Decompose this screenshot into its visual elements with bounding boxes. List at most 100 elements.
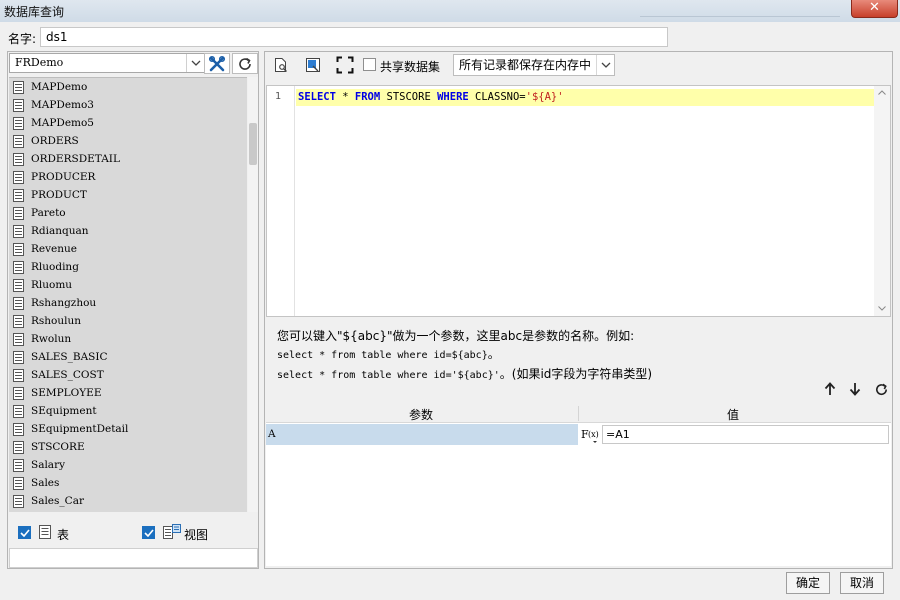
title-bar-divider bbox=[640, 16, 840, 17]
list-item[interactable]: SEquipment bbox=[9, 402, 247, 420]
sql-text: CLASSNO= bbox=[468, 91, 526, 103]
column-header-value: 值 bbox=[727, 408, 740, 422]
refresh-parameters-button[interactable] bbox=[872, 380, 890, 398]
view-filter-label: 视图 bbox=[184, 528, 209, 542]
list-item[interactable]: Salary bbox=[9, 456, 247, 474]
maximize-editor-button[interactable] bbox=[335, 55, 355, 75]
sql-code-line[interactable]: SELECT * FROM STSCORE WHERE CLASSNO='${A… bbox=[296, 89, 874, 106]
table-filter-label: 表 bbox=[57, 528, 70, 542]
hint-example-2: select * from table where id='${abc}' bbox=[277, 370, 500, 381]
list-item[interactable]: MAPDemo5 bbox=[9, 114, 247, 132]
list-item[interactable]: Rdianquan bbox=[9, 222, 247, 240]
connection-settings-button[interactable] bbox=[204, 53, 230, 74]
chevron-down-icon bbox=[596, 55, 614, 75]
table-icon bbox=[13, 350, 24, 364]
table-icon bbox=[13, 98, 24, 112]
table-name: Pareto bbox=[31, 207, 66, 219]
list-item[interactable]: SEquipmentDetail bbox=[9, 420, 247, 438]
hint-line-2: select * from table where id=${abc}。 bbox=[277, 345, 652, 365]
table-name: PRODUCT bbox=[31, 189, 87, 201]
share-dataset-checkbox[interactable] bbox=[363, 58, 376, 71]
table-icon bbox=[13, 170, 24, 184]
table-icon bbox=[13, 296, 24, 310]
list-item[interactable]: ORDERS bbox=[9, 132, 247, 150]
table-icon bbox=[13, 440, 24, 454]
list-item[interactable]: Pareto bbox=[9, 204, 247, 222]
list-item[interactable]: MAPDemo bbox=[9, 78, 247, 96]
cancel-button[interactable]: 取消 bbox=[840, 572, 884, 594]
table-row[interactable]: A F (x) =A1 bbox=[266, 424, 891, 445]
cache-mode-value: 所有记录都保存在内存中 bbox=[459, 58, 592, 72]
list-item[interactable]: Rluoding bbox=[9, 258, 247, 276]
list-item[interactable]: Rshangzhou bbox=[9, 294, 247, 312]
close-button[interactable]: ✕ bbox=[851, 0, 898, 18]
list-item[interactable]: SEMPLOYEE bbox=[9, 384, 247, 402]
table-icon bbox=[13, 494, 24, 508]
list-item[interactable]: Sales_Car bbox=[9, 492, 247, 510]
list-item[interactable]: PRODUCT bbox=[9, 186, 247, 204]
table-icon bbox=[13, 206, 24, 220]
editor-scrollbar[interactable] bbox=[874, 86, 890, 316]
parameter-value-input[interactable]: =A1 bbox=[602, 425, 889, 444]
formula-button[interactable]: F (x) bbox=[579, 424, 601, 445]
table-icon bbox=[13, 152, 24, 166]
view-filter-checkbox[interactable] bbox=[142, 526, 155, 539]
table-name: PRODUCER bbox=[31, 171, 96, 183]
table-browser-panel: FRDemo MAPDemo MAPDemo3 MAPDemo5 ORDERS ORDE… bbox=[7, 51, 259, 569]
scroll-down-icon bbox=[878, 306, 886, 311]
sql-string: '${A}' bbox=[525, 91, 564, 103]
list-item[interactable]: Revenue bbox=[9, 240, 247, 258]
ok-button[interactable]: 确定 bbox=[786, 572, 830, 594]
table-filter-checkbox[interactable] bbox=[18, 526, 31, 539]
scrollbar-thumb[interactable] bbox=[249, 123, 257, 165]
table-icon bbox=[13, 368, 24, 382]
table-name: Sales_Car bbox=[31, 495, 84, 507]
sql-text: STSCORE bbox=[380, 91, 438, 103]
hint-example-1: select * from table where id=${abc} bbox=[277, 350, 488, 361]
table-name: MAPDemo3 bbox=[31, 99, 94, 111]
table-name: Sales bbox=[31, 477, 60, 489]
save-query-button[interactable] bbox=[303, 55, 323, 75]
sql-keyword: FROM bbox=[354, 91, 381, 103]
list-item[interactable]: SALES_BASIC bbox=[9, 348, 247, 366]
name-input[interactable]: ds1 bbox=[40, 27, 668, 47]
move-up-button[interactable] bbox=[821, 380, 839, 398]
window-title: 数据库查询 bbox=[4, 5, 65, 19]
list-item[interactable]: ORDERSDETAIL bbox=[9, 150, 247, 168]
hint-line-1: 您可以键入"${abc}"做为一个参数，这里abc是参数的名称。例如: bbox=[277, 329, 635, 343]
table-name: SEMPLOYEE bbox=[31, 387, 102, 399]
table-icon bbox=[13, 116, 24, 130]
move-down-button[interactable] bbox=[846, 380, 864, 398]
table-icon bbox=[13, 224, 24, 238]
table-icon bbox=[13, 314, 24, 328]
list-item[interactable]: SALES_COST bbox=[9, 366, 247, 384]
sql-editor[interactable]: 1 SELECT * FROM STSCORE WHERE CLASSNO='$… bbox=[266, 85, 891, 317]
list-item[interactable]: Rluomu bbox=[9, 276, 247, 294]
list-item[interactable]: Rshoulun bbox=[9, 312, 247, 330]
parameter-table: 参数 值 A F (x) =A1 bbox=[266, 404, 891, 566]
export-icon bbox=[306, 58, 320, 72]
table-name: ORDERSDETAIL bbox=[31, 153, 120, 165]
table-name: SALES_COST bbox=[31, 369, 104, 381]
table-name: Rluoding bbox=[31, 261, 79, 273]
cache-mode-select[interactable]: 所有记录都保存在内存中 bbox=[453, 54, 615, 76]
table-icon bbox=[13, 386, 24, 400]
table-icon bbox=[13, 458, 24, 472]
line-number: 1 bbox=[275, 91, 282, 102]
list-item[interactable]: Rwolun bbox=[9, 330, 247, 348]
table-list-scrollbar[interactable] bbox=[248, 77, 258, 512]
list-item[interactable]: Sales bbox=[9, 474, 247, 492]
table-icon bbox=[13, 260, 24, 274]
preview-button[interactable] bbox=[271, 55, 291, 75]
parameter-name-cell[interactable]: A bbox=[266, 424, 578, 445]
datasource-select[interactable]: FRDemo bbox=[9, 53, 205, 73]
refresh-tables-button[interactable] bbox=[232, 53, 258, 74]
table-name: SALES_BASIC bbox=[31, 351, 108, 363]
list-item[interactable]: PRODUCER bbox=[9, 168, 247, 186]
table-name: Rluomu bbox=[31, 279, 73, 291]
list-item[interactable]: MAPDemo3 bbox=[9, 96, 247, 114]
list-item[interactable]: STSCORE bbox=[9, 438, 247, 456]
table-search-input[interactable] bbox=[9, 548, 258, 568]
formula-icon: F (x) bbox=[581, 428, 599, 443]
table-icon bbox=[13, 332, 24, 346]
